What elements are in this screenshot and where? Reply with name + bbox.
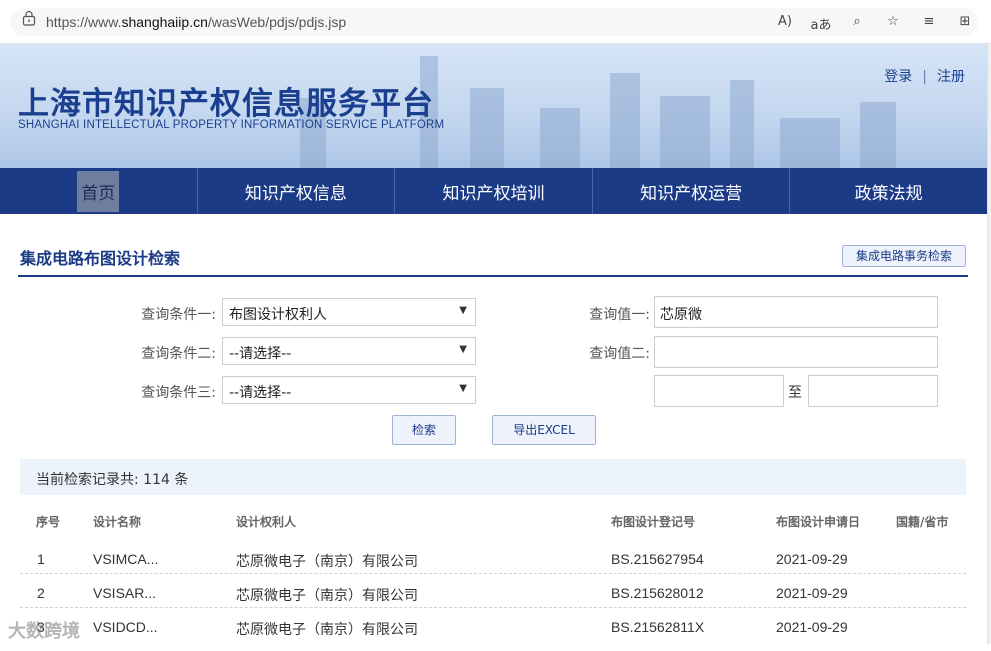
row-no: 2 bbox=[37, 585, 45, 601]
lock-icon[interactable] bbox=[22, 10, 36, 26]
skyline-decoration bbox=[860, 102, 896, 168]
table-row[interactable]: 3 VSIDCD... 芯原微电子（南京）有限公司 BS.21562811X 2… bbox=[20, 608, 966, 642]
collections-icon[interactable]: ⊞ bbox=[947, 14, 983, 33]
auth-links: 登录 | 注册 bbox=[884, 66, 965, 86]
chevron-down-icon: ▼ bbox=[459, 305, 467, 316]
row-holder: 芯原微电子（南京）有限公司 bbox=[236, 587, 418, 603]
column-header-name: 设计名称 bbox=[93, 515, 142, 529]
read-aloud-icon[interactable]: A) bbox=[767, 14, 803, 33]
condition-3-select[interactable]: --请选择-- ▼ bbox=[222, 376, 476, 404]
row-holder: 芯原微电子（南京）有限公司 bbox=[236, 621, 418, 637]
page-title: 集成电路布图设计检索 bbox=[20, 249, 181, 268]
value-1-label: 查询值一: bbox=[589, 307, 650, 323]
search-button[interactable]: 检索 bbox=[392, 415, 456, 445]
range-to-label: 至 bbox=[788, 385, 802, 401]
skyline-decoration bbox=[660, 96, 710, 168]
column-header-region: 国籍/省市 bbox=[896, 515, 949, 529]
chevron-down-icon: ▼ bbox=[459, 344, 467, 355]
header-banner: 上海市知识产权信息服务平台 SHANGHAI INTELLECTUAL PROP… bbox=[0, 44, 987, 168]
column-header-date: 布图设计申请日 bbox=[776, 515, 861, 529]
result-summary: 当前检索记录共: 114 条 bbox=[20, 459, 966, 495]
condition-3-value: --请选择-- bbox=[229, 385, 292, 401]
value-1-input[interactable]: 芯原微 bbox=[654, 296, 938, 328]
column-header-holder: 设计权利人 bbox=[236, 515, 297, 529]
nav-item-ip-training[interactable]: 知识产权培训 bbox=[395, 168, 593, 214]
scrollbar[interactable] bbox=[987, 44, 991, 644]
range-to-input[interactable] bbox=[808, 375, 938, 407]
range-from-input[interactable] bbox=[654, 375, 784, 407]
skyline-decoration bbox=[780, 118, 840, 168]
skyline-decoration bbox=[540, 108, 580, 168]
affairs-search-button[interactable]: 集成电路事务检索 bbox=[842, 245, 966, 267]
condition-1-select[interactable]: 布图设计权利人 ▼ bbox=[222, 298, 476, 326]
register-link[interactable]: 注册 bbox=[937, 69, 965, 85]
condition-3-label: 查询条件三: bbox=[141, 385, 216, 401]
main-nav: 首页 知识产权信息 知识产权培训 知识产权运营 政策法规 bbox=[0, 168, 987, 214]
result-unit: 条 bbox=[174, 472, 189, 488]
row-design-name[interactable]: VSIDCD... bbox=[93, 619, 158, 635]
row-holder: 芯原微电子（南京）有限公司 bbox=[236, 553, 418, 569]
skyline-decoration bbox=[730, 80, 754, 168]
nav-item-ip-info[interactable]: 知识产权信息 bbox=[198, 168, 396, 214]
zoom-icon[interactable]: ⌕ bbox=[839, 14, 875, 33]
site-subtitle: SHANGHAI INTELLECTUAL PROPERTY INFORMATI… bbox=[18, 119, 445, 131]
row-reg-no: BS.215627954 bbox=[611, 551, 704, 567]
row-date: 2021-09-29 bbox=[776, 619, 848, 635]
result-summary-label: 当前检索记录共: bbox=[36, 472, 139, 488]
condition-2-label: 查询条件二: bbox=[141, 346, 216, 362]
row-date: 2021-09-29 bbox=[776, 585, 848, 601]
watermark: 大数跨境 bbox=[8, 621, 80, 642]
favorites-icon[interactable]: ≡ bbox=[911, 14, 947, 33]
nav-item-ip-operation[interactable]: 知识产权运营 bbox=[593, 168, 791, 214]
browser-toolbar: https://www.shanghaiip.cn/wasWeb/pdjs/pd… bbox=[0, 0, 991, 44]
favorite-add-icon[interactable]: ☆ bbox=[875, 14, 911, 33]
section-divider bbox=[18, 275, 968, 277]
row-no: 1 bbox=[37, 551, 45, 567]
row-design-name[interactable]: VSISAR... bbox=[93, 585, 156, 601]
value-2-input[interactable] bbox=[654, 336, 938, 368]
nav-item-home[interactable]: 首页 bbox=[0, 168, 198, 214]
translate-icon[interactable]: aあ bbox=[803, 14, 839, 33]
result-count: 114 bbox=[143, 472, 170, 488]
row-reg-no: BS.215628012 bbox=[611, 585, 704, 601]
condition-1-value: 布图设计权利人 bbox=[229, 307, 327, 323]
table-row[interactable]: 2 VSISAR... 芯原微电子（南京）有限公司 BS.215628012 2… bbox=[20, 574, 966, 608]
row-date: 2021-09-29 bbox=[776, 551, 848, 567]
condition-2-select[interactable]: --请选择-- ▼ bbox=[222, 337, 476, 365]
column-header-reg-no: 布图设计登记号 bbox=[611, 515, 696, 529]
row-reg-no: BS.21562811X bbox=[611, 619, 705, 635]
column-header-no: 序号 bbox=[36, 515, 61, 529]
row-design-name[interactable]: VSIMCA... bbox=[93, 551, 158, 567]
table-row[interactable]: 1 VSIMCA... 芯原微电子（南京）有限公司 BS.215627954 2… bbox=[20, 540, 966, 574]
skyline-decoration bbox=[610, 73, 640, 168]
skyline-decoration bbox=[470, 88, 504, 168]
value-2-label: 查询值二: bbox=[589, 346, 650, 362]
login-link[interactable]: 登录 bbox=[884, 69, 912, 85]
auth-separator: | bbox=[922, 69, 927, 85]
export-excel-button[interactable]: 导出EXCEL bbox=[492, 415, 596, 445]
condition-1-label: 查询条件一: bbox=[141, 307, 216, 323]
url-text[interactable]: https://www.shanghaiip.cn/wasWeb/pdjs/pd… bbox=[46, 14, 346, 30]
condition-2-value: --请选择-- bbox=[229, 346, 292, 362]
nav-item-policies[interactable]: 政策法规 bbox=[790, 168, 987, 214]
site-title: 上海市知识产权信息服务平台 bbox=[18, 86, 434, 122]
chevron-down-icon: ▼ bbox=[459, 383, 467, 394]
